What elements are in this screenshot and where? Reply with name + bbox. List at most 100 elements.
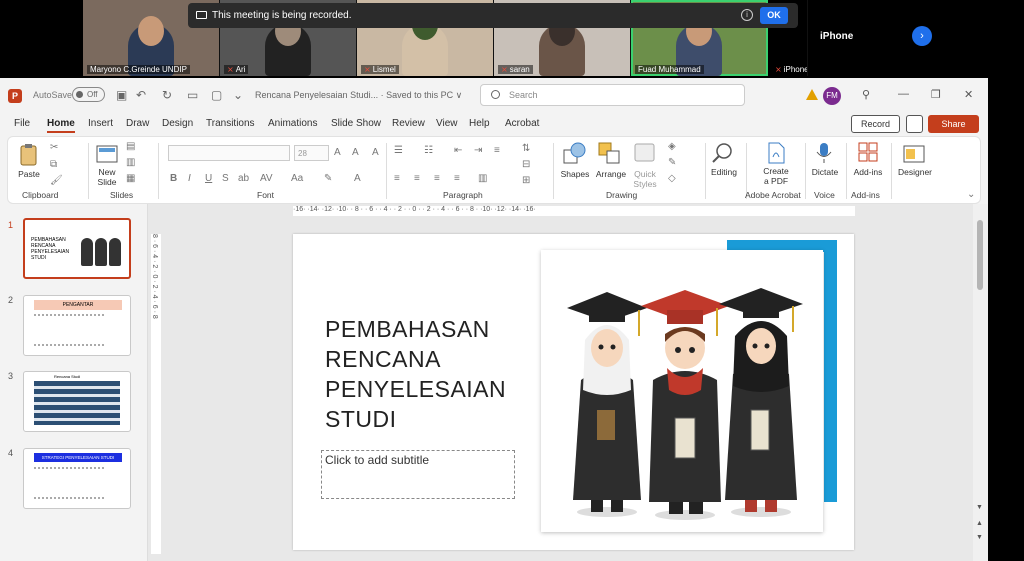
slide-canvas[interactable]: PEMBAHASAN RENCANA PENYELESAIAN STUDI Cl… [293, 234, 854, 550]
save-icon[interactable]: ▣ [116, 88, 127, 102]
ok-button[interactable]: OK [760, 7, 788, 24]
decrease-font-icon[interactable]: A [352, 147, 359, 158]
create-pdf-icon[interactable] [765, 141, 787, 165]
decrease-indent-icon[interactable]: ⇤ [454, 145, 462, 156]
user-avatar[interactable]: FM [823, 87, 841, 105]
format-painter-icon[interactable]: 🖌 [50, 175, 63, 186]
tab-design[interactable]: Design [162, 118, 193, 129]
next-participants-button[interactable]: › [912, 26, 932, 46]
tab-insert[interactable]: Insert [88, 118, 113, 129]
more-commands-icon[interactable]: ⌄ [233, 88, 243, 102]
tab-slide-show[interactable]: Slide Show [331, 118, 381, 129]
layout-icon[interactable]: ▤ [126, 141, 135, 152]
new-slide-button[interactable]: New Slide [92, 167, 122, 187]
tab-acrobat[interactable]: Acrobat [505, 118, 539, 129]
font-family-select[interactable] [168, 145, 290, 161]
record-button[interactable]: Record [851, 115, 900, 133]
tab-draw[interactable]: Draw [126, 118, 149, 129]
tab-review[interactable]: Review [392, 118, 425, 129]
scroll-down-icon[interactable]: ▼ [976, 504, 983, 511]
tab-transitions[interactable]: Transitions [206, 118, 255, 129]
previous-slide-icon[interactable]: ▲ [976, 520, 983, 527]
vertical-ruler[interactable]: 8 · 6 · 4 · 2 · 0 · 2 · 4 · 6 · 8 [151, 234, 161, 554]
increase-font-icon[interactable]: A [334, 147, 341, 158]
quick-styles-button[interactable]: Quick Styles [628, 169, 662, 189]
cut-icon[interactable]: ✂ [50, 142, 58, 153]
clear-format-icon[interactable]: A [372, 147, 379, 158]
microphone-icon[interactable] [814, 141, 834, 165]
align-center-icon[interactable]: ≡ [414, 173, 420, 184]
comments-icon[interactable] [906, 115, 923, 133]
align-text-icon[interactable]: ⊟ [522, 159, 530, 170]
underline-icon[interactable]: U [205, 173, 212, 184]
align-left-icon[interactable]: ≡ [394, 173, 400, 184]
warning-icon[interactable] [806, 89, 818, 100]
slide-thumbnail-2[interactable]: PENGANTAR [23, 295, 131, 356]
restore-icon[interactable]: ❐ [931, 88, 941, 101]
bold-icon[interactable]: B [170, 173, 177, 184]
tab-help[interactable]: Help [469, 118, 490, 129]
graduates-image[interactable] [541, 250, 823, 532]
tab-file[interactable]: File [14, 118, 30, 129]
slide-title[interactable]: PEMBAHASAN RENCANA PENYELESAIAN STUDI [325, 314, 506, 434]
horizontal-ruler[interactable]: ·16· ·14· ·12· ·10· · 8 · · 6 · · 4 · · … [293, 206, 855, 216]
strikethrough-icon[interactable]: ab [238, 173, 249, 184]
tab-view[interactable]: View [436, 118, 458, 129]
scrollbar-thumb[interactable] [977, 220, 983, 290]
char-spacing-icon[interactable]: AV [260, 173, 273, 184]
shapes-icon[interactable] [562, 141, 588, 165]
text-direction-icon[interactable]: ⇅ [522, 143, 530, 154]
close-icon[interactable]: ✕ [964, 88, 973, 101]
tab-home[interactable]: Home [47, 118, 75, 133]
editing-button[interactable]: Editing [708, 167, 740, 177]
undo-icon[interactable]: ↶ [136, 88, 146, 102]
add-ins-icon[interactable] [857, 141, 879, 165]
shape-fill-icon[interactable]: ◈ [668, 141, 676, 152]
shape-effects-icon[interactable]: ◇ [668, 173, 676, 184]
vertical-scrollbar[interactable]: ▼ ▲ ▼ [973, 204, 988, 561]
subtitle-placeholder[interactable]: Click to add subtitle [321, 450, 515, 499]
smartart-icon[interactable]: ⊞ [522, 175, 530, 186]
font-color-icon[interactable]: A [354, 173, 361, 184]
bullets-icon[interactable]: ☰ [394, 145, 403, 156]
reset-icon[interactable]: ▥ [126, 157, 135, 168]
italic-icon[interactable]: I [188, 173, 191, 184]
info-icon[interactable]: i [741, 9, 753, 21]
share-button[interactable]: Share [928, 115, 979, 133]
font-size-select[interactable]: 28 [294, 145, 329, 161]
line-spacing-icon[interactable]: ≡ [494, 145, 500, 156]
arrange-icon[interactable] [597, 141, 623, 165]
quick-styles-icon[interactable] [632, 141, 658, 165]
section-icon[interactable]: ▦ [126, 173, 135, 184]
lightbulb-icon[interactable]: ⚲ [862, 88, 870, 101]
minimize-icon[interactable]: — [898, 88, 909, 100]
add-ins-button[interactable]: Add-ins [850, 167, 886, 177]
next-slide-icon[interactable]: ▼ [976, 534, 983, 541]
editing-search-icon[interactable] [711, 141, 735, 165]
columns-icon[interactable]: ▥ [478, 173, 487, 184]
new-slide-icon[interactable] [95, 143, 119, 165]
paste-icon[interactable] [18, 143, 40, 167]
highlight-icon[interactable]: ✎ [324, 173, 332, 184]
slideshow-icon[interactable]: ▢ [211, 88, 222, 102]
shadow-icon[interactable]: S [222, 173, 229, 184]
dictate-button[interactable]: Dictate [809, 167, 841, 177]
increase-indent-icon[interactable]: ⇥ [474, 145, 482, 156]
designer-button[interactable]: Designer [896, 167, 934, 177]
present-icon[interactable]: ▭ [187, 88, 198, 102]
slide-thumbnail-4[interactable]: STRATEGI PENYELESAIAN STUDI [23, 448, 131, 509]
tab-animations[interactable]: Animations [268, 118, 317, 129]
change-case-icon[interactable]: Aa [291, 173, 303, 184]
shape-outline-icon[interactable]: ✎ [668, 157, 676, 168]
arrange-button[interactable]: Arrange [592, 169, 630, 179]
collapse-ribbon-icon[interactable]: ⌄ [967, 189, 975, 200]
paste-button[interactable]: Paste [16, 169, 42, 179]
create-pdf-button[interactable]: Create a PDF [756, 166, 796, 186]
search-input[interactable]: Search [480, 84, 745, 106]
shapes-button[interactable]: Shapes [558, 169, 592, 179]
numbering-icon[interactable]: ☷ [424, 145, 433, 156]
align-right-icon[interactable]: ≡ [434, 173, 440, 184]
redo-icon[interactable]: ↻ [162, 88, 172, 102]
slide-thumbnail-3[interactable]: Rencana Studi [23, 371, 131, 432]
justify-icon[interactable]: ≡ [454, 173, 460, 184]
